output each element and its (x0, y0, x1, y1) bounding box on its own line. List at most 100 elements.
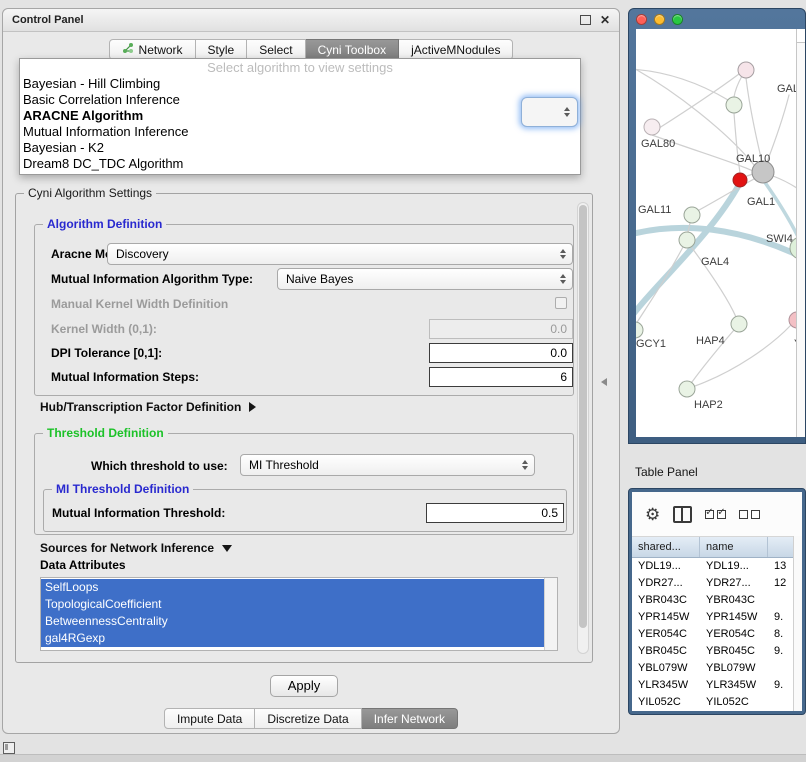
table-row[interactable]: YBL079WYBL079W (632, 660, 802, 677)
network-node[interactable] (636, 322, 643, 338)
mi-type-select[interactable]: Naive Bayes (277, 268, 573, 290)
node-label-gal80: GAL80 (641, 138, 675, 150)
algorithm-placeholder: Select algorithm to view settings (20, 60, 580, 76)
network-node[interactable] (733, 173, 747, 187)
close-icon[interactable]: ✕ (600, 14, 610, 26)
algorithm-option-aracne-algorithm[interactable]: ARACNE Algorithm (20, 108, 580, 124)
table-row[interactable]: YBR045CYBR045C9. (632, 643, 802, 660)
tab-network[interactable]: Network (109, 39, 196, 60)
column-header[interactable]: name (700, 537, 768, 557)
network-node[interactable] (679, 381, 695, 397)
chevron-up-down-icon (522, 460, 528, 470)
float-panel-icon[interactable] (580, 15, 591, 25)
tab-label: Impute Data (177, 712, 242, 726)
network-edge (636, 69, 728, 100)
panel-title: Control Panel (12, 14, 84, 26)
table-cell: YBL079W (700, 660, 768, 677)
tab-cyni-toolbox[interactable]: Cyni Toolbox (306, 39, 399, 60)
algorithm-option-basic-correlation-inference[interactable]: Basic Correlation Inference (20, 92, 580, 108)
table-row[interactable]: YDL19...YDL19...13 (632, 558, 802, 575)
select-all-icon[interactable] (705, 510, 726, 519)
table-cell: YER054C (700, 626, 768, 643)
table-cell: YDR27... (700, 575, 768, 592)
tab-label: Cyni Toolbox (318, 43, 386, 57)
table-row[interactable]: YPR145WYPR145W9. (632, 609, 802, 626)
chevron-up-down-icon (560, 274, 566, 284)
restore-panel-icon[interactable] (3, 742, 15, 754)
table-row[interactable]: YER054CYER054C8. (632, 626, 802, 643)
algorithm-definition-group: Algorithm Definition Aracne Mode: Discov… (34, 224, 574, 396)
network-canvas[interactable]: GALGAL80GAL10GAL11GAL1SWI4GAL4GCY1HAP4HA… (636, 29, 796, 437)
which-threshold-select[interactable]: MI Threshold (240, 454, 535, 476)
network-node[interactable] (738, 62, 754, 78)
deselect-all-icon[interactable] (739, 510, 760, 519)
tab-style[interactable]: Style (196, 39, 248, 60)
aracne-mode-select[interactable]: Discovery (107, 243, 573, 265)
algorithm-definition-title: Algorithm Definition (43, 217, 166, 231)
apply-button[interactable]: Apply (270, 675, 338, 697)
network-node[interactable] (726, 97, 742, 113)
column-chooser-icon[interactable] (673, 506, 692, 523)
minimize-button[interactable] (654, 14, 665, 25)
bottom-tab-bar: Impute Data Discretize DataInfer Network (3, 708, 619, 729)
mi-threshold-input[interactable] (426, 503, 564, 523)
algorithm-combobox[interactable] (521, 97, 578, 127)
network-scrollbar[interactable] (796, 29, 805, 437)
attribute-item-topologicalcoefficient[interactable]: TopologicalCoefficient (41, 596, 545, 613)
node-label-hap4: HAP4 (696, 335, 725, 347)
tab-label: jActiveMNodules (411, 43, 500, 57)
network-node[interactable] (644, 119, 660, 135)
zoom-button[interactable] (672, 14, 683, 25)
threshold-definition-group: Threshold Definition Which threshold to … (34, 433, 574, 535)
network-window-titlebar (629, 9, 805, 29)
node-label-gal: GAL (777, 83, 796, 95)
sources-toggle[interactable]: Sources for Network Inference (40, 541, 232, 555)
network-node[interactable] (679, 232, 695, 248)
algorithm-option-bayesian-k2[interactable]: Bayesian - K2 (20, 140, 580, 156)
list-scrollbar[interactable] (544, 578, 557, 650)
algorithm-option-bayesian-hill-climbing[interactable]: Bayesian - Hill Climbing (20, 76, 580, 92)
attribute-item-gal4rgexp[interactable]: gal4RGexp (41, 630, 545, 647)
table-scrollbar[interactable] (793, 536, 802, 711)
node-label-gal4: GAL4 (701, 256, 729, 268)
gear-icon[interactable]: ⚙ (645, 506, 660, 523)
kernel-width-input (429, 319, 573, 339)
table-cell: YDL19... (632, 558, 700, 575)
table-cell: YBR045C (632, 643, 700, 660)
manual-kernel-label: Manual Kernel Width Definition (51, 297, 228, 311)
network-node[interactable] (731, 316, 747, 332)
dpi-tolerance-input[interactable] (429, 343, 573, 363)
algorithm-dropdown-popup: Select algorithm to view settingsBayesia… (19, 58, 581, 175)
table-cell: YBR043C (632, 592, 700, 609)
mi-steps-input[interactable] (429, 367, 573, 387)
aracne-mode-value: Discovery (116, 247, 169, 261)
hub-tf-definition-toggle[interactable]: Hub/Transcription Factor Definition (40, 400, 256, 414)
tab-label: Style (208, 43, 235, 57)
table-row[interactable]: YLR345WYLR345W9. (632, 677, 802, 694)
table-row[interactable]: YBR043CYBR043C (632, 592, 802, 609)
settings-scrollbar[interactable] (577, 202, 589, 654)
panel-collapse-arrow-icon[interactable] (601, 378, 607, 386)
network-node[interactable] (684, 207, 700, 223)
node-label-hap2: HAP2 (694, 399, 723, 411)
close-button[interactable] (636, 14, 647, 25)
tab-jactivemnodules[interactable]: jActiveMNodules (399, 39, 513, 60)
scrollbar-thumb[interactable] (579, 205, 587, 628)
network-edge (746, 78, 762, 162)
table-row[interactable]: YIL052CYIL052C (632, 694, 802, 711)
table-panel-window: ⚙ shared...name YDL19...YDL19...13YDR27.… (628, 488, 806, 715)
tab-select[interactable]: Select (247, 39, 305, 60)
table-cell: YDL19... (700, 558, 768, 575)
algorithm-option-dream8-dc-tdc-algorithm[interactable]: Dream8 DC_TDC Algorithm (20, 156, 580, 172)
tab-discretize-data[interactable]: Discretize Data (255, 708, 361, 729)
column-header[interactable]: shared... (632, 537, 700, 557)
cyni-settings-group: Cyni Algorithm Settings Algorithm Defini… (15, 193, 593, 663)
algorithm-option-mutual-information-inference[interactable]: Mutual Information Inference (20, 124, 580, 140)
dpi-tolerance-label: DPI Tolerance [0,1]: (51, 346, 162, 360)
attribute-item-selfloops[interactable]: SelfLoops (41, 579, 545, 596)
table-cell: YPR145W (700, 609, 768, 626)
table-row[interactable]: YDR27...YDR27...12 (632, 575, 802, 592)
tab-impute-data[interactable]: Impute Data (164, 708, 255, 729)
tab-infer-network[interactable]: Infer Network (362, 708, 458, 729)
attribute-item-betweennesscentrality[interactable]: BetweennessCentrality (41, 613, 545, 630)
